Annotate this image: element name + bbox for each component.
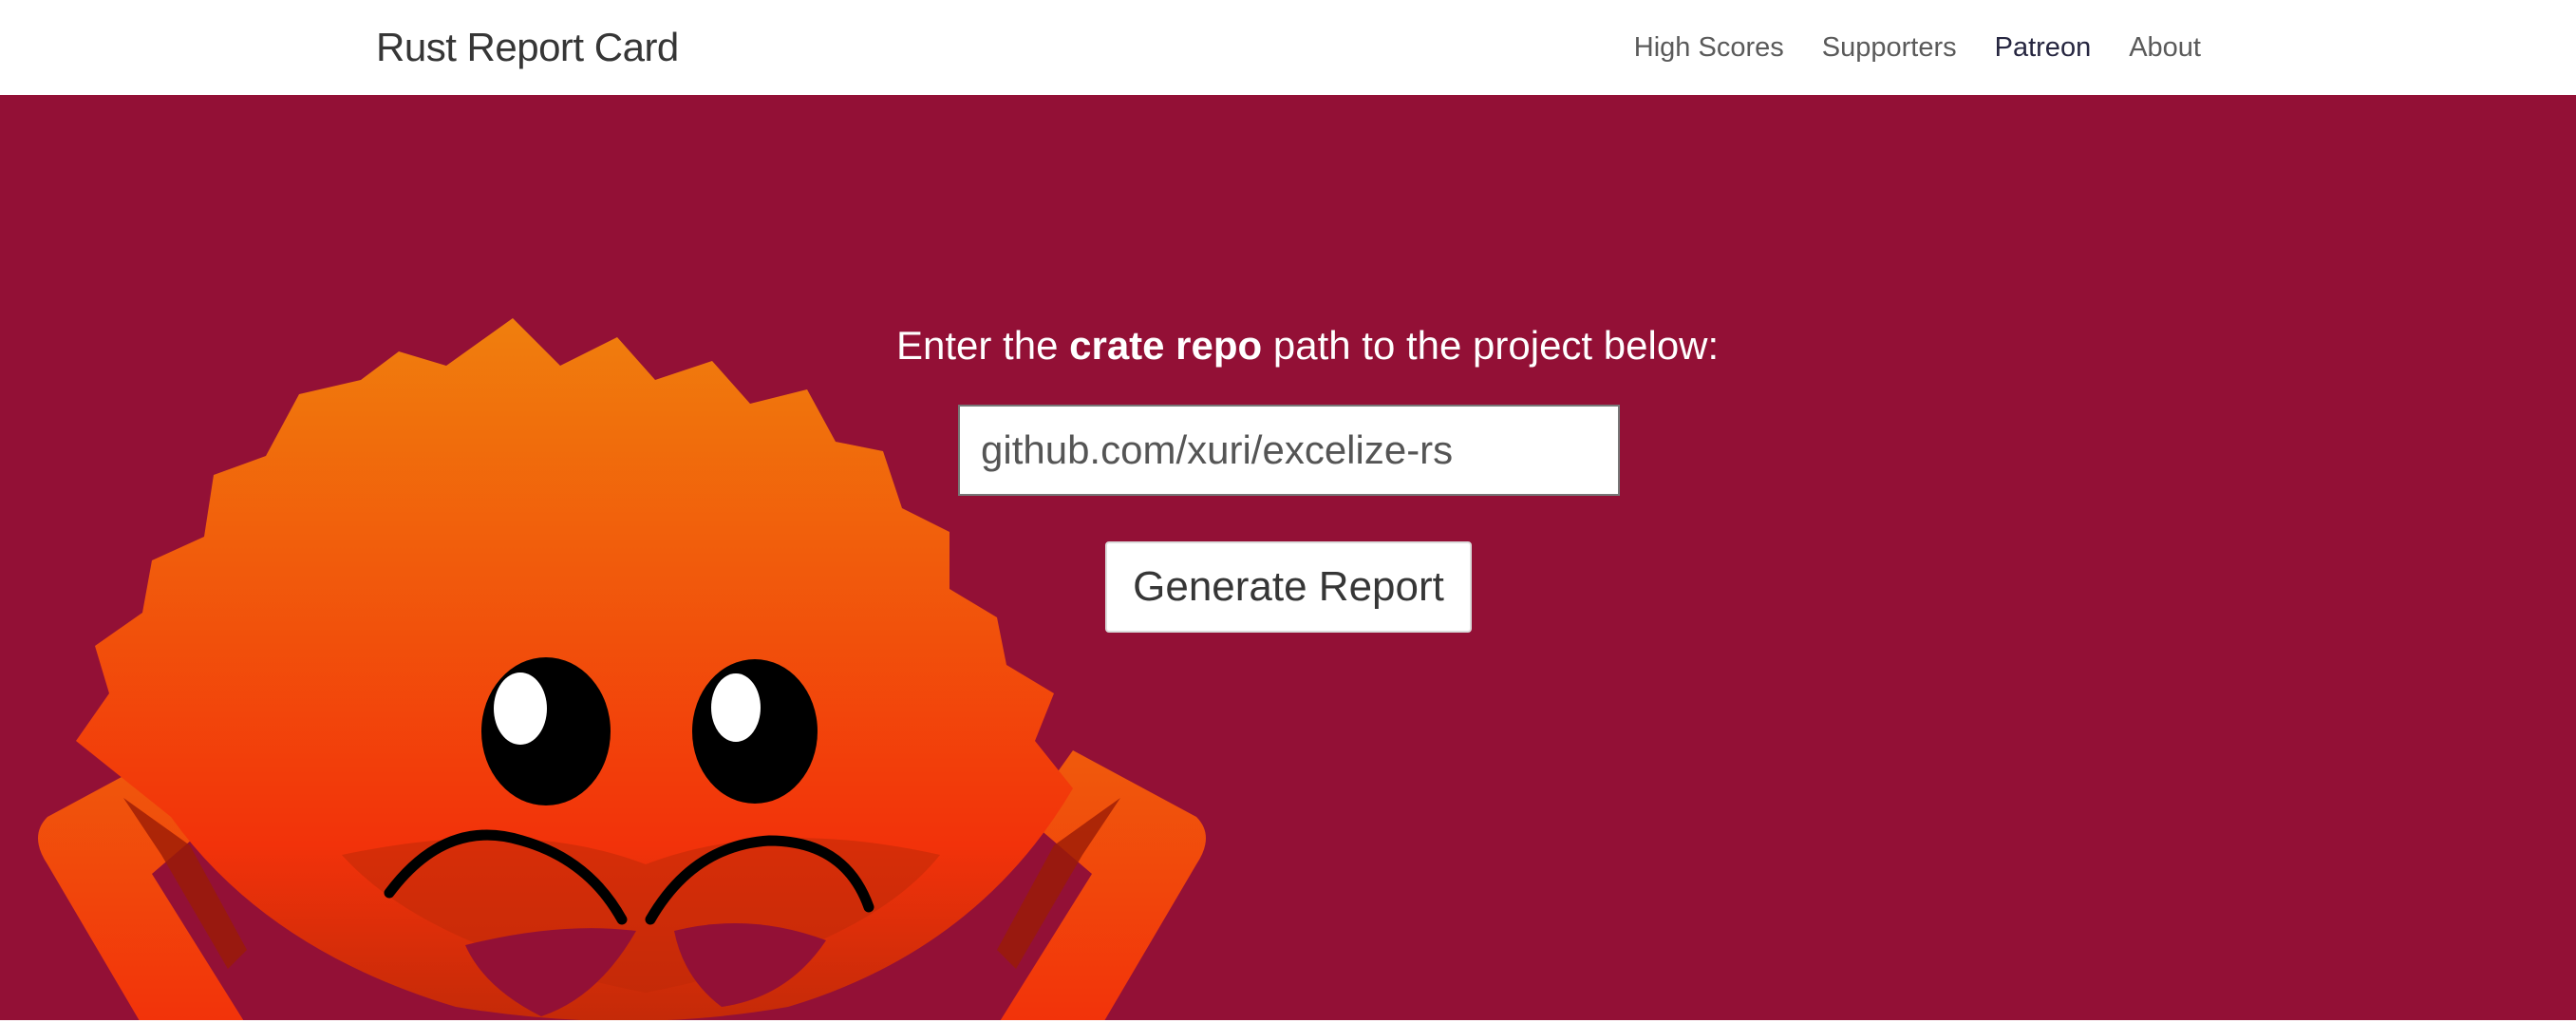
- nav-links: High Scores Supporters Patreon About: [1634, 28, 2201, 66]
- generate-report-button[interactable]: Generate Report: [1105, 541, 1472, 633]
- repo-path-input[interactable]: [958, 405, 1620, 496]
- brand-logo-link[interactable]: Rust Report Card: [376, 23, 679, 72]
- prompt-suffix: path to the project below:: [1262, 323, 1720, 368]
- prompt-prefix: Enter the: [896, 323, 1070, 368]
- prompt-text: Enter the crate repo path to the project…: [896, 321, 1719, 370]
- nav-high-scores[interactable]: High Scores: [1634, 28, 1784, 66]
- nav-supporters[interactable]: Supporters: [1822, 28, 1957, 66]
- navbar: Rust Report Card High Scores Supporters …: [0, 0, 2576, 96]
- nav-patreon[interactable]: Patreon: [1995, 28, 2092, 66]
- prompt-bold: crate repo: [1069, 323, 1263, 368]
- ferris-crab-icon: [38, 318, 1206, 1020]
- nav-about[interactable]: About: [2129, 28, 2201, 66]
- hero-section: Enter the crate repo path to the project…: [0, 95, 2576, 1020]
